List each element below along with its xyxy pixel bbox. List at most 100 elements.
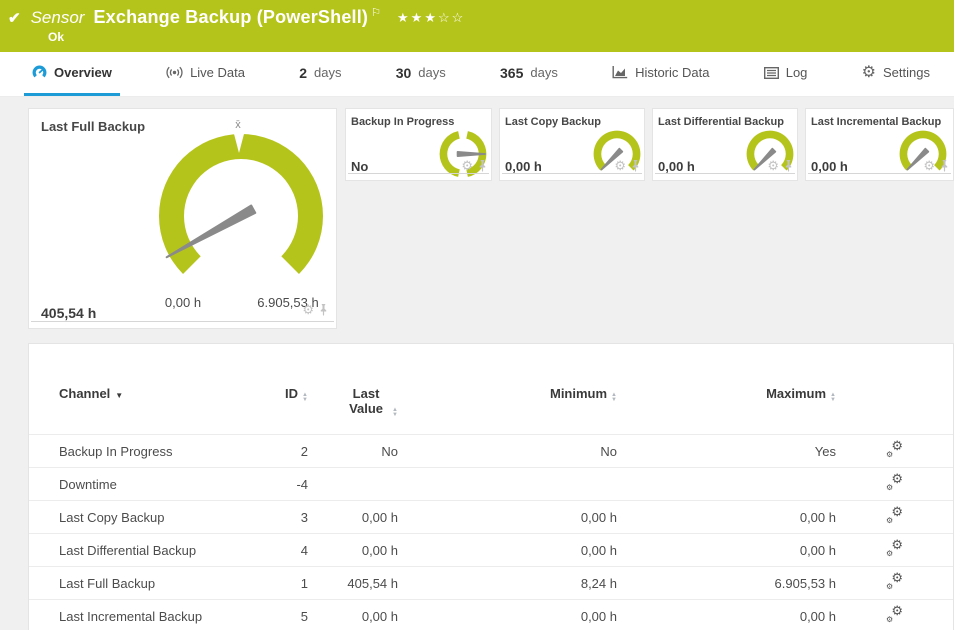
- sort-toggle-icon: ▲▼: [392, 408, 398, 418]
- pin-icon[interactable]: [940, 160, 949, 172]
- prtg-sensor-page: ✔ Sensor Exchange Backup (PowerShell) ⚐ …: [0, 0, 954, 630]
- tab-365-days[interactable]: 365days: [492, 52, 566, 96]
- content-area: Last Full Backup x̄ 0,00 h 6.905,53 h 40…: [0, 97, 954, 630]
- channel-maximum-cell: 0,00 h: [617, 534, 836, 567]
- channel-settings-gears-icon[interactable]: ⚙⚙: [886, 541, 903, 557]
- channel-last-value-cell: 0,00 h: [308, 534, 398, 567]
- column-header-id[interactable]: ID▲▼: [254, 378, 308, 435]
- tab-label: Log: [786, 65, 808, 80]
- last-differential-backup-gauge: [743, 127, 797, 181]
- panel-last-copy-backup: Last Copy Backup 0,00 h ⚙: [499, 108, 645, 181]
- panel-last-incremental-backup: Last Incremental Backup 0,00 h ⚙: [805, 108, 954, 181]
- channel-name-cell: Backup In Progress: [29, 435, 254, 468]
- gear-icon: ⚙: [862, 65, 876, 81]
- tab-live-data[interactable]: Live Data: [158, 52, 253, 96]
- column-header-minimum[interactable]: Minimum▲▼: [398, 378, 617, 435]
- status-ok-check-icon: ✔: [8, 9, 21, 27]
- tab-label: Historic Data: [635, 65, 709, 80]
- channel-maximum-cell: [617, 468, 836, 501]
- sensor-header: ✔ Sensor Exchange Backup (PowerShell) ⚐ …: [0, 0, 954, 52]
- pin-icon[interactable]: [631, 160, 640, 172]
- channel-settings-button[interactable]: ⚙⚙: [836, 600, 953, 630]
- channel-name-cell: Last Copy Backup: [29, 501, 254, 534]
- pin-icon[interactable]: [319, 304, 328, 316]
- gauge-value: 405,54 h: [41, 305, 96, 321]
- sort-toggle-icon: ▲▼: [302, 393, 308, 403]
- tab-unit: days: [418, 65, 445, 80]
- tab-number: 2: [299, 65, 307, 81]
- tab-bar: OverviewLive Data2days30days365daysHisto…: [0, 52, 954, 97]
- gear-icon[interactable]: ⚙: [461, 159, 473, 172]
- pin-icon[interactable]: [784, 160, 793, 172]
- panel-last-full-backup: Last Full Backup x̄ 0,00 h 6.905,53 h 40…: [28, 108, 337, 329]
- tab-2-days[interactable]: 2days: [291, 52, 349, 96]
- channel-table: Channel▼ID▲▼Last Value▲▼Minimum▲▼Maximum…: [29, 378, 953, 630]
- priority-stars[interactable]: ★★★☆☆: [397, 10, 465, 26]
- channel-settings-button[interactable]: ⚙⚙: [836, 567, 953, 600]
- channel-settings-button[interactable]: ⚙⚙: [836, 534, 953, 567]
- channel-settings-gears-icon[interactable]: ⚙⚙: [886, 607, 903, 623]
- last-copy-backup-gauge: [590, 127, 644, 181]
- table-row: Downtime-4⚙⚙: [29, 468, 953, 501]
- panel-channel-table: Channel▼ID▲▼Last Value▲▼Minimum▲▼Maximum…: [28, 343, 954, 630]
- log-icon: [764, 67, 779, 79]
- channel-last-value-cell: No: [308, 435, 398, 468]
- table-row: Backup In Progress2NoNoYes⚙⚙: [29, 435, 953, 468]
- flag-icon[interactable]: ⚐: [371, 6, 381, 19]
- channel-settings-gears-icon[interactable]: ⚙⚙: [886, 475, 903, 491]
- panel-last-differential-backup: Last Differential Backup 0,00 h ⚙: [652, 108, 798, 181]
- sensor-type-label: Sensor: [31, 8, 85, 28]
- table-row: Last Copy Backup30,00 h0,00 h0,00 h⚙⚙: [29, 501, 953, 534]
- channel-maximum-cell: 0,00 h: [617, 501, 836, 534]
- channel-id-cell: 4: [254, 534, 308, 567]
- tab-log[interactable]: Log: [756, 52, 816, 96]
- table-row: Last Differential Backup40,00 h0,00 h0,0…: [29, 534, 953, 567]
- channel-name-cell: Last Differential Backup: [29, 534, 254, 567]
- tab-number: 30: [396, 65, 412, 81]
- channel-settings-button[interactable]: ⚙⚙: [836, 435, 953, 468]
- channel-minimum-cell: 8,24 h: [398, 567, 617, 600]
- gauge-value: 0,00 h: [811, 159, 848, 174]
- tab-label: Overview: [54, 65, 112, 80]
- column-header-maximum[interactable]: Maximum▲▼: [617, 378, 836, 435]
- channel-last-value-cell: 0,00 h: [308, 600, 398, 630]
- average-marker: x̄: [228, 119, 248, 131]
- tab-overview[interactable]: Overview: [24, 52, 120, 96]
- pin-icon[interactable]: [478, 160, 487, 172]
- gauge-value: 0,00 h: [658, 159, 695, 174]
- gauge-min-label: 0,00 h: [147, 295, 219, 310]
- channel-settings-gears-icon[interactable]: ⚙⚙: [886, 442, 903, 458]
- channel-settings-button[interactable]: ⚙⚙: [836, 501, 953, 534]
- column-header-channel[interactable]: Channel▼: [29, 378, 254, 435]
- gear-icon[interactable]: ⚙: [923, 159, 935, 172]
- gear-icon[interactable]: ⚙: [614, 159, 626, 172]
- channel-name-cell: Downtime: [29, 468, 254, 501]
- panel-backup-in-progress: Backup In Progress No ⚙: [345, 108, 492, 181]
- channel-table-body: Backup In Progress2NoNoYes⚙⚙Downtime-4⚙⚙…: [29, 435, 953, 630]
- sensor-status-text: Ok: [48, 30, 64, 44]
- channel-settings-button[interactable]: ⚙⚙: [836, 468, 953, 501]
- channel-name-cell: Last Full Backup: [29, 567, 254, 600]
- channel-settings-gears-icon[interactable]: ⚙⚙: [886, 574, 903, 590]
- tab-unit: days: [530, 65, 557, 80]
- tab-settings[interactable]: ⚙ Settings: [854, 52, 938, 96]
- gear-icon[interactable]: ⚙: [302, 303, 314, 316]
- tab-label: Live Data: [190, 65, 245, 80]
- channel-id-cell: 1: [254, 567, 308, 600]
- channel-id-cell: 2: [254, 435, 308, 468]
- tab-label: Settings: [883, 65, 930, 80]
- channel-minimum-cell: No: [398, 435, 617, 468]
- gauge-icon: [32, 65, 47, 80]
- channel-minimum-cell: 0,00 h: [398, 600, 617, 630]
- gear-icon[interactable]: ⚙: [767, 159, 779, 172]
- tab-historic-data[interactable]: Historic Data: [604, 52, 717, 96]
- table-row: Last Full Backup1405,54 h8,24 h6.905,53 …: [29, 567, 953, 600]
- channel-last-value-cell: [308, 468, 398, 501]
- column-header-last-value[interactable]: Last Value▲▼: [308, 378, 398, 435]
- channel-minimum-cell: 0,00 h: [398, 534, 617, 567]
- sort-toggle-icon: ▲▼: [830, 393, 836, 403]
- table-header-row: Channel▼ID▲▼Last Value▲▼Minimum▲▼Maximum…: [29, 378, 953, 435]
- last-incremental-backup-gauge: [896, 127, 950, 181]
- tab-30-days[interactable]: 30 days: [388, 52, 454, 96]
- channel-settings-gears-icon[interactable]: ⚙⚙: [886, 508, 903, 524]
